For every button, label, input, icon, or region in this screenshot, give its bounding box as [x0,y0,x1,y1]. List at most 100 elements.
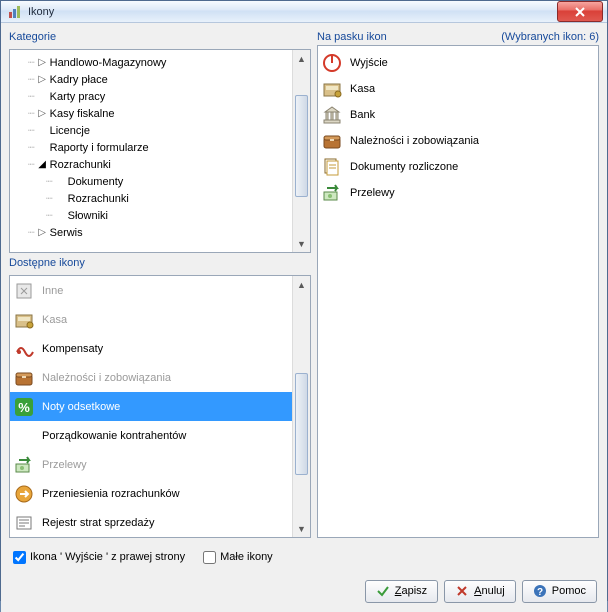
tree-item-label: Serwis [50,227,83,239]
list-item-label: Należności i zobowiązania [350,135,479,147]
scroll-down-icon[interactable]: ▼ [293,520,310,537]
scroll-up-icon[interactable]: ▲ [293,276,310,293]
toolbar-label: Na pasku ikon [317,31,387,43]
percent-icon: % [12,395,36,419]
close-button[interactable] [557,1,603,22]
expand-icon[interactable]: ▷ [37,57,48,68]
available-item[interactable]: Kasa [10,305,293,334]
list-item-label: Dokumenty rozliczone [350,161,458,173]
scroll-up-icon[interactable]: ▲ [293,50,310,67]
help-icon: ? [533,584,547,598]
check-icon [376,584,390,598]
list-item-label: Wyjście [350,57,388,69]
transfer-icon [320,181,344,205]
cash-icon [12,308,36,332]
button-label: Pomoc [552,585,586,597]
receivables-icon [320,129,344,153]
list-item-label: Inne [42,285,63,297]
titlebar[interactable]: Ikony [1,1,607,23]
selected-item[interactable]: Bank [320,102,596,128]
dialog-body: Kategorie ┈▷Handlowo-Magazynowy┈▷Kadry p… [1,23,607,612]
checkbox-input[interactable] [203,551,216,564]
available-item[interactable]: Przelewy [10,450,293,479]
list-item-label: Rejestr strat sprzedaży [42,517,154,529]
selected-item[interactable]: Wyjście [320,50,596,76]
power-icon [320,51,344,75]
selected-item[interactable]: Przelewy [320,180,596,206]
receivables-icon [12,366,36,390]
list-item-label: Bank [350,109,375,121]
available-label: Dostępne ikony [9,257,311,269]
tree-item-label: Kadry płace [50,74,108,86]
exit-right-checkbox[interactable]: Ikona ' Wyjście ' z prawej strony [13,551,185,564]
tree-item[interactable]: ┈▷Karty pracy [14,88,293,105]
docs-icon [320,155,344,179]
list-item-label: Porządkowanie kontrahentów [42,430,186,442]
selected-panel: Wyjście Kasa Bank Należności i zobowiązania… [317,45,599,538]
categories-panel: ┈▷Handlowo-Magazynowy┈▷Kadry płace┈▷Kart… [9,49,311,253]
available-item[interactable]: Przeniesienia rozrachunków [10,479,293,508]
tree-item-label: Karty pracy [50,91,106,103]
save-button[interactable]: Zapisz [365,580,438,603]
available-item[interactable]: Porządkowanie kontrahentów [10,421,293,450]
app-icon [7,4,23,20]
list-item-label: Kompensaty [42,343,103,355]
cancel-button[interactable]: Anuluj [444,580,516,603]
tree-item[interactable]: ┈▷Raporty i formularze [14,139,293,156]
selected-item[interactable]: Należności i zobowiązania [320,128,596,154]
available-item[interactable]: Należności i zobowiązania [10,363,293,392]
tree-item-label: Handlowo-Magazynowy [50,57,167,69]
selected-item[interactable]: Kasa [320,76,596,102]
available-item[interactable]: % Noty odsetkowe [10,392,293,421]
checkbox-label: Ikona ' Wyjście ' z prawej strony [30,551,185,563]
tree-item-label: Licencje [50,125,90,137]
tree-item-label: Rozrachunki [50,159,111,171]
svg-text:?: ? [537,587,543,598]
available-item[interactable]: Kompensaty [10,334,293,363]
tree-item[interactable]: ┈▷Handlowo-Magazynowy [14,54,293,71]
list-item-label: Przeniesienia rozrachunków [42,488,180,500]
categories-label: Kategorie [9,31,311,43]
tree-item-label: Rozrachunki [68,193,129,205]
tree-item[interactable]: ┈▷Dokumenty [14,173,293,190]
scrollbar-thumb[interactable] [295,95,308,197]
list-item-label: Kasa [42,314,67,326]
list-item-label: Noty odsetkowe [42,401,120,413]
cancel-icon [455,584,469,598]
transfer-icon [12,453,36,477]
available-scrollbar[interactable]: ▲ ▼ [292,276,310,537]
tree-item[interactable]: ┈▷Kasy fiskalne [14,105,293,122]
tree-item[interactable]: ┈▷Licencje [14,122,293,139]
tree-item[interactable]: ┈▷Serwis [14,224,293,241]
expand-icon[interactable]: ▷ [37,74,48,85]
available-item[interactable]: Rejestr strat sprzedaży [10,508,293,537]
list-item-label: Przelewy [350,187,395,199]
small-icons-checkbox[interactable]: Małe ikony [203,551,273,564]
tree-item[interactable]: ┈▷Słowniki [14,207,293,224]
tree-item[interactable]: ┈▷Rozrachunki [14,190,293,207]
collapse-icon[interactable]: ◢ [37,159,48,170]
selected-count: (Wybranych ikon: 6) [501,31,599,43]
checkbox-input[interactable] [13,551,26,564]
expand-icon[interactable]: ▷ [37,227,48,238]
scrollbar-thumb[interactable] [295,373,308,475]
tree-item-label: Kasy fiskalne [50,108,115,120]
close-icon [575,7,585,17]
tree-item[interactable]: ┈◢Rozrachunki [14,156,293,173]
help-button[interactable]: ? Pomoc [522,580,597,603]
compensate-icon [12,337,36,361]
tree-item-label: Dokumenty [68,176,124,188]
selected-item[interactable]: Dokumenty rozliczone [320,154,596,180]
available-panel: Inne Kasa Kompensaty Należności i zobowiąza… [9,275,311,538]
options-row: Ikona ' Wyjście ' z prawej strony Małe i… [9,544,599,570]
cash-icon [320,77,344,101]
available-item[interactable]: Inne [10,276,293,305]
tree-item[interactable]: ┈▷Kadry płace [14,71,293,88]
tree-item-label: Słowniki [68,210,108,222]
button-row: Zapisz Anuluj ? Pomoc [9,576,599,606]
list-item-label: Kasa [350,83,375,95]
scroll-down-icon[interactable]: ▼ [293,235,310,252]
svg-text:%: % [18,400,30,415]
expand-icon[interactable]: ▷ [37,108,48,119]
categories-scrollbar[interactable]: ▲ ▼ [292,50,310,252]
